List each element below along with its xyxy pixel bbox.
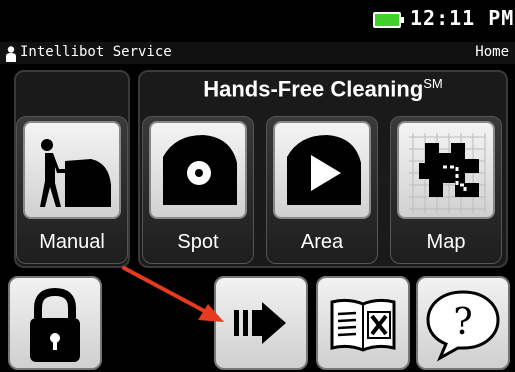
annotation-arrow	[122, 266, 224, 322]
